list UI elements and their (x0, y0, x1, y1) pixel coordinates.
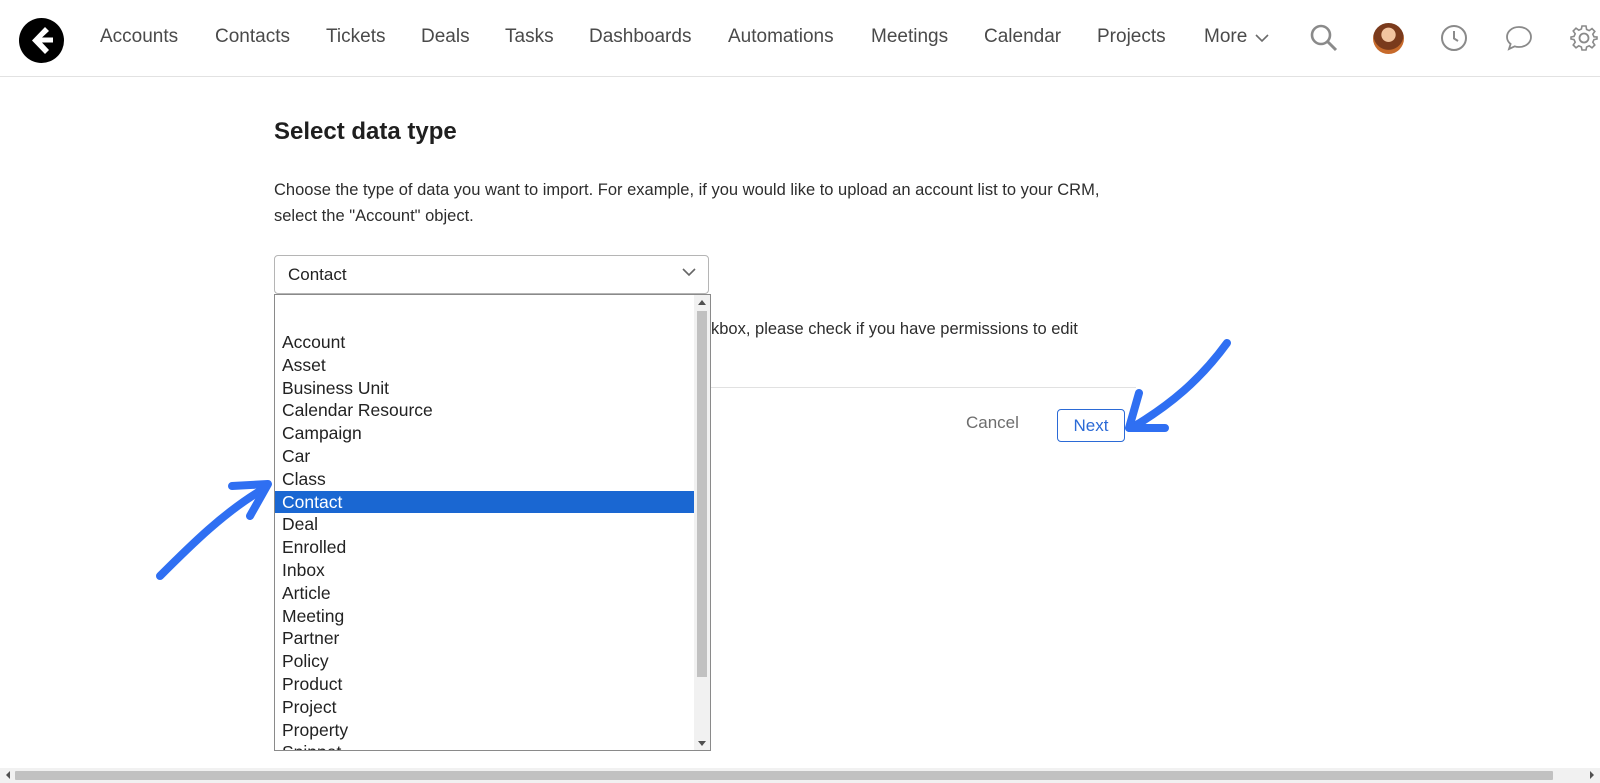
chevron-down-icon (1255, 33, 1269, 42)
nav-tickets[interactable]: Tickets (326, 26, 385, 48)
dropdown-option[interactable]: Deal (275, 513, 696, 536)
page-title: Select data type (274, 118, 457, 145)
nav-projects[interactable]: Projects (1097, 26, 1166, 48)
scroll-up-arrow-icon[interactable] (694, 295, 710, 309)
dropdown-option[interactable]: Partner (275, 627, 696, 650)
scroll-left-arrow-icon[interactable] (3, 770, 13, 780)
cancel-button[interactable]: Cancel (966, 413, 1019, 433)
dropdown-option[interactable]: Contact (275, 490, 696, 514)
page-scroll-thumb[interactable] (15, 771, 1553, 780)
page-description: Choose the type of data you want to impo… (274, 181, 1100, 225)
dropdown-option[interactable]: Enrolled (275, 536, 696, 559)
nav-automations[interactable]: Automations (728, 26, 834, 48)
dropdown-option[interactable]: Product (275, 673, 696, 696)
dropdown-option[interactable]: Calendar Resource (275, 399, 696, 422)
footer-divider (711, 387, 1136, 388)
chevron-down-icon (682, 268, 696, 277)
chat-bubble-icon[interactable] (1503, 22, 1535, 54)
nav-more-menu[interactable]: More (1204, 26, 1269, 48)
top-navigation-bar: Accounts Contacts Tickets Deals Tasks Da… (0, 0, 1600, 77)
dropdown-option[interactable]: Meeting (275, 605, 696, 628)
scroll-down-arrow-icon[interactable] (694, 736, 710, 750)
data-type-select-value: Contact (288, 264, 347, 284)
clock-icon[interactable] (1438, 22, 1470, 54)
user-avatar[interactable] (1373, 23, 1404, 54)
nav-dashboards[interactable]: Dashboards (589, 26, 691, 48)
page-horizontal-scrollbar[interactable] (0, 768, 1600, 783)
dropdown-scrollbar[interactable] (694, 295, 710, 750)
dropdown-option[interactable]: Policy (275, 650, 696, 673)
nav-calendar[interactable]: Calendar (984, 26, 1061, 48)
nav-tasks[interactable]: Tasks (505, 26, 554, 48)
nav-deals[interactable]: Deals (421, 26, 470, 48)
dropdown-option[interactable]: Business Unit (275, 377, 696, 400)
nav-contacts[interactable]: Contacts (215, 26, 290, 48)
dropdown-option[interactable]: Property (275, 719, 696, 742)
dropdown-option[interactable]: Project (275, 696, 696, 719)
nav-accounts[interactable]: Accounts (100, 26, 178, 48)
dropdown-option[interactable]: Account (275, 331, 696, 354)
permissions-note: kbox, please check if you have permissio… (711, 320, 1078, 338)
dropdown-option[interactable]: Inbox (275, 559, 696, 582)
brand-logo-icon[interactable] (19, 18, 64, 63)
search-icon[interactable] (1308, 22, 1340, 54)
data-type-select[interactable]: Contact (274, 255, 709, 294)
dropdown-option[interactable]: Campaign (275, 422, 696, 445)
dropdown-option[interactable]: Asset (275, 354, 696, 377)
dropdown-option[interactable]: Car (275, 445, 696, 468)
nav-more-label: More (1204, 26, 1248, 47)
nav-meetings[interactable]: Meetings (871, 26, 948, 48)
data-type-options-list[interactable]: Account Asset Business Unit Calendar Resour… (274, 294, 711, 751)
dropdown-option[interactable]: Class (275, 468, 696, 491)
gear-icon[interactable] (1568, 22, 1600, 54)
scroll-right-arrow-icon[interactable] (1587, 770, 1597, 780)
annotation-arrow-icon (156, 480, 272, 580)
next-button[interactable]: Next (1057, 409, 1125, 442)
dropdown-scroll-thumb[interactable] (697, 311, 707, 677)
options-container: Account Asset Business Unit Calendar Resour… (275, 317, 696, 750)
dropdown-option[interactable]: Article (275, 582, 696, 605)
dropdown-option[interactable] (275, 317, 696, 331)
dropdown-option[interactable]: Snippet (275, 741, 696, 750)
